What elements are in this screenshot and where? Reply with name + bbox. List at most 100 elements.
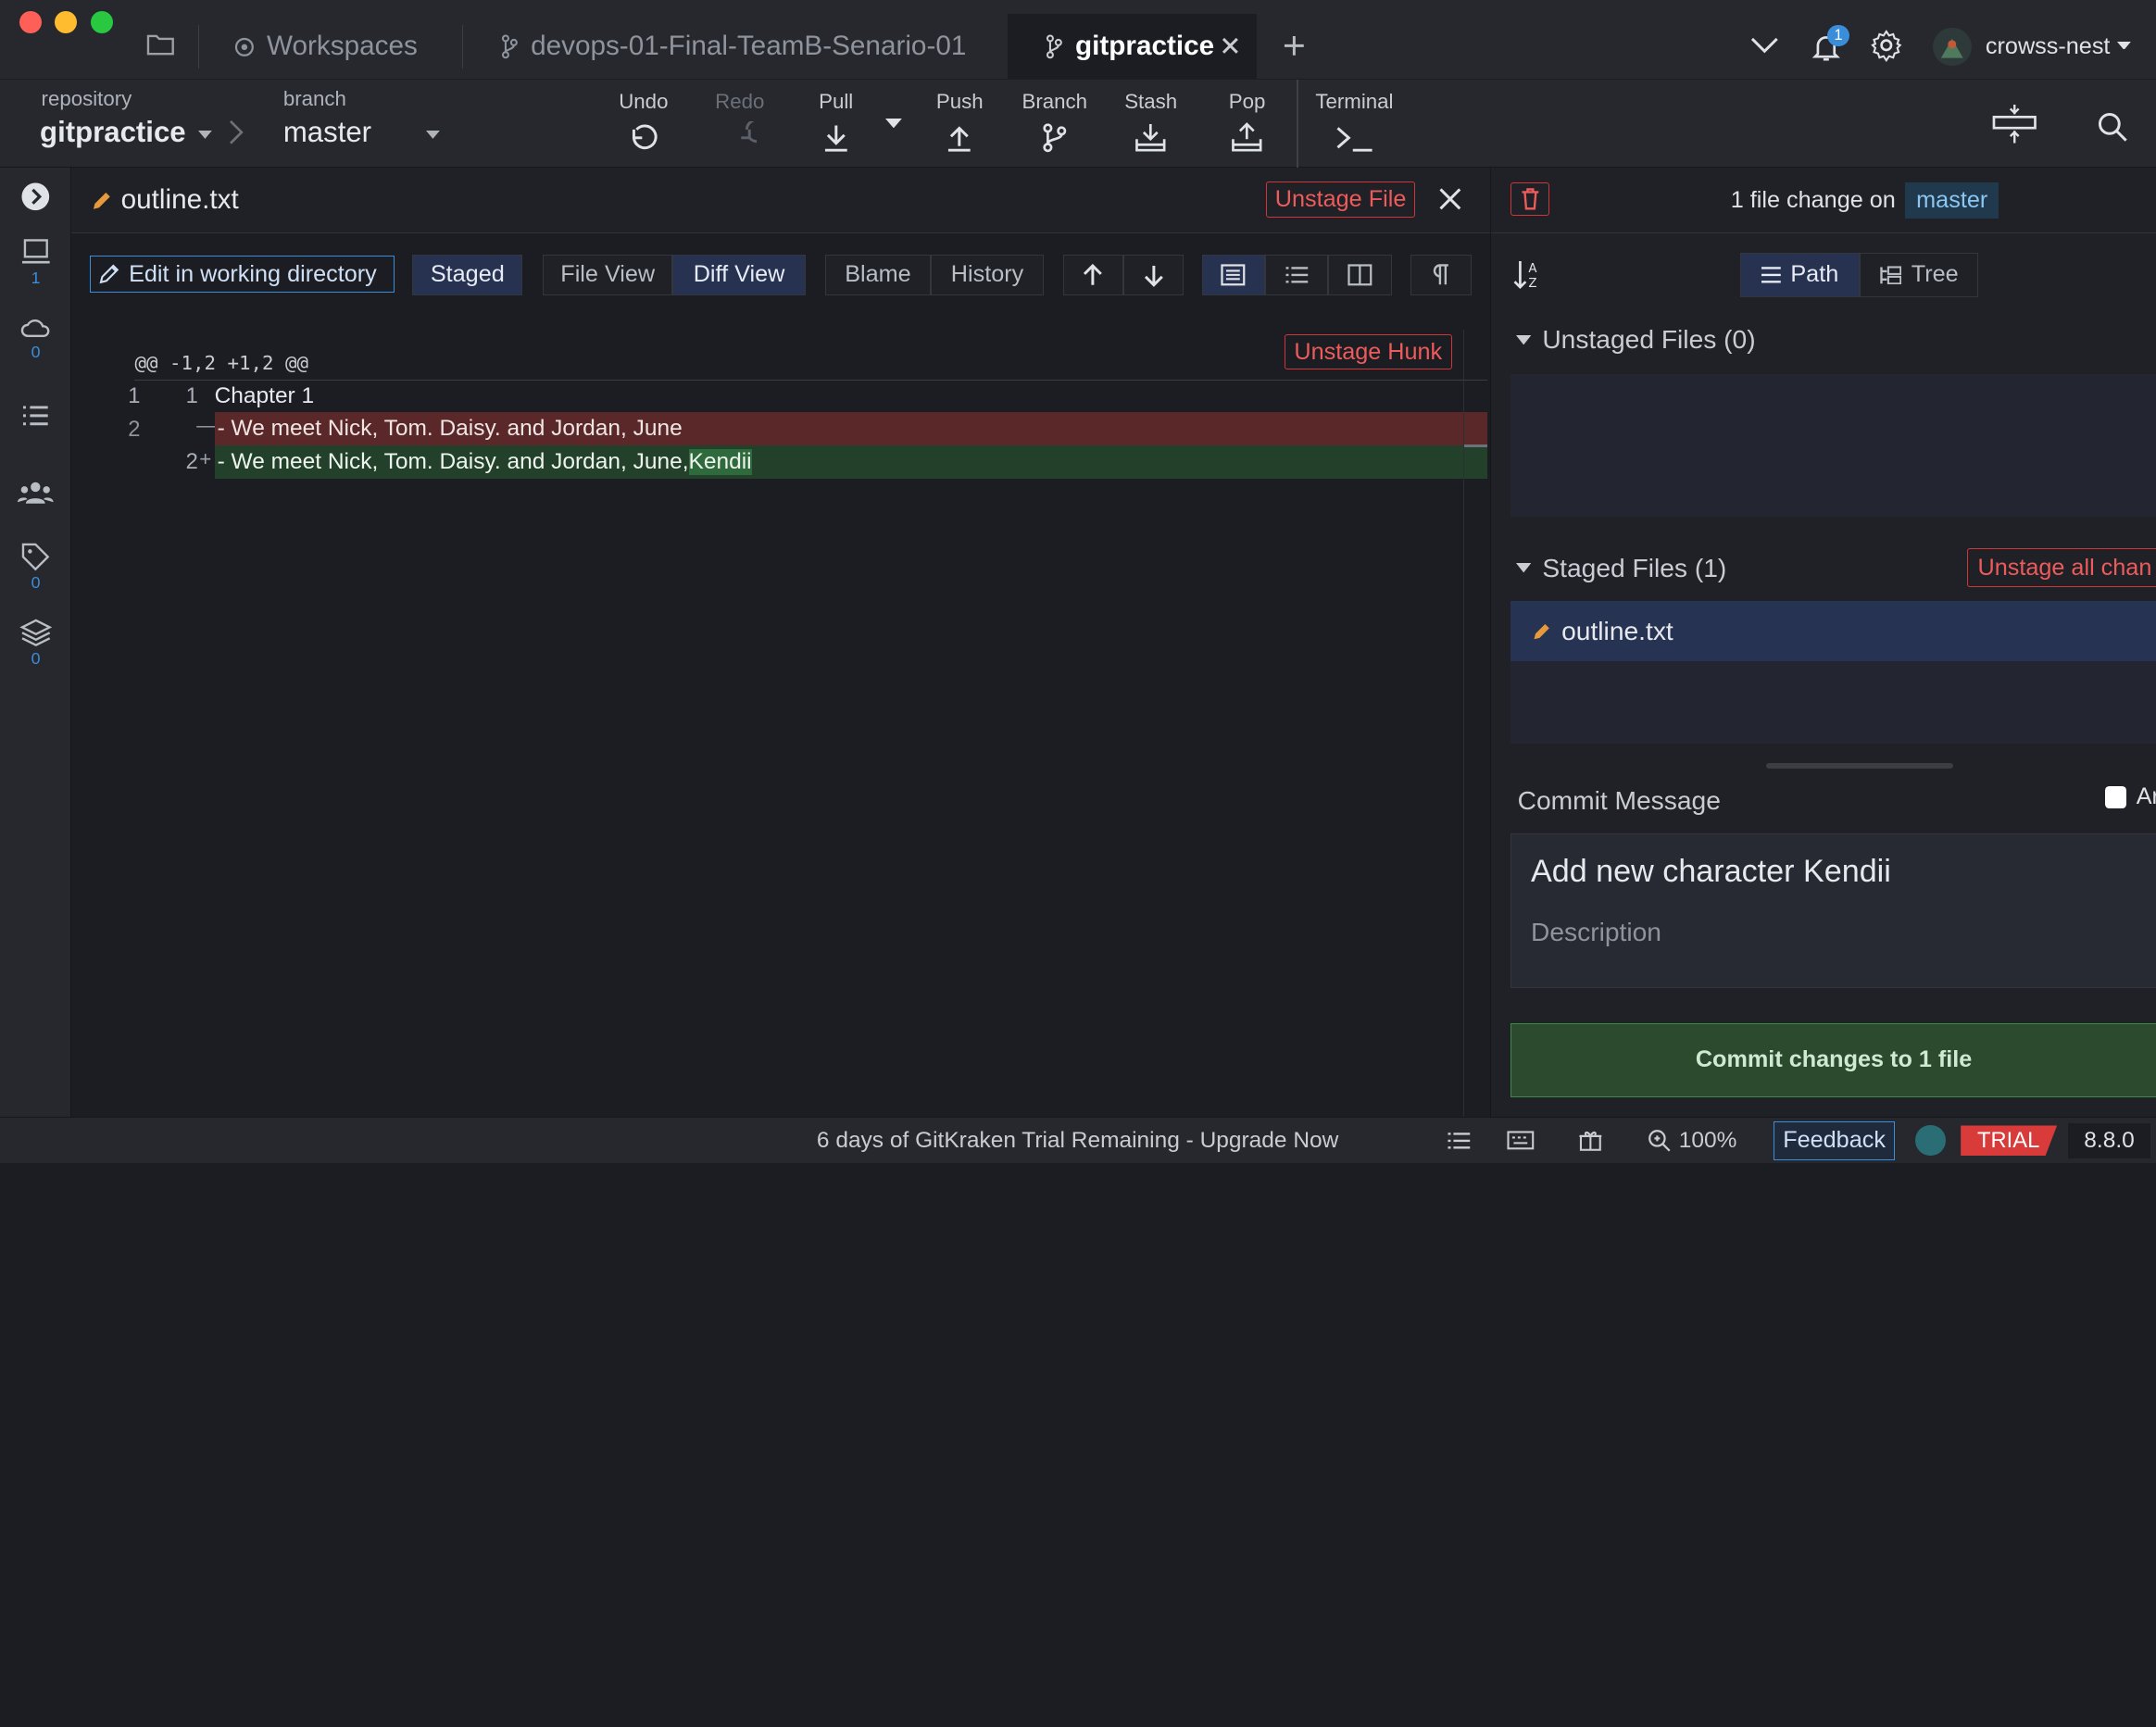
discard-all-button[interactable]	[1510, 182, 1549, 217]
layout-toggle-icon[interactable]	[1991, 102, 2037, 146]
tab-devops-repo[interactable]: devops-01-Final-TeamB-Senario-01	[500, 14, 966, 80]
staged-files-header[interactable]: Staged Files (1)	[1516, 553, 1726, 583]
search-icon[interactable]	[2096, 110, 2129, 144]
rail-expand[interactable]	[0, 181, 71, 212]
line-text: - We meet Nick, Tom. Daisy. and Jordan, …	[217, 448, 689, 474]
staged-file-name: outline.txt	[1561, 615, 1673, 645]
split-view-button[interactable]	[1328, 254, 1392, 296]
old-line-number: 1	[128, 383, 141, 409]
activity-log-icon[interactable]	[1447, 1118, 1472, 1163]
commit-button[interactable]: Commit changes to 1 file	[1510, 1022, 2156, 1097]
rail-submodules[interactable]: 0	[0, 618, 71, 669]
tab-gitpractice[interactable]: gitpractice	[1045, 14, 1214, 80]
team-icon	[18, 479, 54, 507]
keyboard-icon[interactable]	[1507, 1118, 1535, 1163]
undo-button[interactable]: Undo	[599, 88, 687, 165]
staged-toggle[interactable]: Staged	[412, 254, 523, 296]
local-count: 1	[31, 268, 41, 287]
rail-team[interactable]	[0, 479, 71, 507]
repository-selector[interactable]: gitpractice	[40, 116, 186, 149]
trial-badge[interactable]: TRIAL	[1961, 1125, 2058, 1157]
arrow-down-icon	[1143, 263, 1165, 288]
user-menu-caret-icon[interactable]	[2117, 41, 2132, 50]
push-button[interactable]: Push	[916, 88, 1004, 165]
branch-create-icon	[1038, 121, 1072, 155]
unstage-hunk-button[interactable]: Unstage Hunk	[1284, 333, 1452, 370]
close-window-button[interactable]	[19, 10, 42, 33]
branch-icon	[500, 34, 520, 59]
commit-summary-input[interactable]: Add new character Kendii	[1531, 854, 1891, 890]
trial-message-link[interactable]: 6 days of GitKraken Trial Remaining - Up…	[817, 1118, 1338, 1163]
avatar[interactable]	[1933, 27, 1973, 67]
line-text: Chapter 1	[214, 382, 315, 408]
rail-tags[interactable]: 0	[0, 542, 71, 593]
pull-options-caret-icon[interactable]	[885, 118, 902, 129]
new-tab-plus-icon[interactable]	[1282, 33, 1307, 58]
pull-button[interactable]: Pull	[792, 88, 880, 165]
path-list-icon	[1761, 267, 1781, 283]
commit-description-input[interactable]: Description	[1531, 917, 1661, 947]
unstage-file-button[interactable]: Unstage File	[1266, 181, 1415, 218]
stash-label: Stash	[1124, 90, 1178, 114]
diff-view-tab[interactable]: Diff View	[672, 254, 807, 296]
status-bar: 6 days of GitKraken Trial Remaining - Up…	[0, 1116, 2156, 1164]
user-name[interactable]: crowss-nest	[1986, 33, 2111, 60]
gitkraken-window: Workspaces devops-01-Final-TeamB-Senario…	[0, 0, 2156, 1164]
svg-text:A: A	[1528, 262, 1537, 276]
pilcrow-icon	[1432, 264, 1451, 286]
file-view-tab[interactable]: File View	[543, 254, 672, 296]
tab-label: devops-01-Final-TeamB-Senario-01	[531, 31, 967, 62]
title-bar: Workspaces devops-01-Final-TeamB-Senario…	[0, 0, 2156, 81]
gift-icon[interactable]	[1578, 1118, 1603, 1163]
panel-resize-handle[interactable]	[1766, 763, 1954, 769]
branch-caret-icon[interactable]	[426, 131, 441, 139]
zoom-control[interactable]: 100%	[1648, 1118, 1736, 1163]
previous-change-button[interactable]	[1062, 254, 1123, 296]
inline-view-button[interactable]	[1264, 254, 1329, 296]
settings-gear-icon[interactable]	[1870, 29, 1903, 62]
close-tab-icon[interactable]	[1221, 36, 1240, 56]
minimize-window-button[interactable]	[55, 10, 78, 33]
history-tab[interactable]: History	[931, 254, 1044, 296]
branch-button[interactable]: Branch	[1010, 88, 1098, 165]
stash-button[interactable]: Stash	[1107, 88, 1195, 165]
branch-selector[interactable]: master	[283, 116, 371, 149]
pop-button[interactable]: Pop	[1203, 88, 1291, 165]
file-change-summary: 1 file change on	[1730, 186, 1896, 213]
hunk-view-button[interactable]	[1201, 254, 1265, 296]
tree-view-toggle[interactable]: Tree	[1860, 253, 1978, 297]
terminal-button[interactable]: Terminal	[1310, 88, 1398, 165]
list-icon	[20, 402, 51, 430]
svg-text:Z: Z	[1528, 277, 1536, 291]
path-view-toggle[interactable]: Path	[1740, 253, 1861, 297]
rail-pull-requests[interactable]	[0, 402, 71, 430]
feedback-button[interactable]: Feedback	[1774, 1121, 1895, 1160]
show-whitespace-button[interactable]	[1410, 254, 1472, 296]
maximize-window-button[interactable]	[90, 10, 113, 33]
repository-label: repository	[41, 86, 132, 110]
layers-icon	[19, 618, 53, 648]
folder-icon[interactable]	[145, 31, 176, 58]
unstage-all-changes-button[interactable]: Unstage all chan	[1967, 548, 2156, 587]
redo-button[interactable]: Redo	[696, 88, 783, 165]
rail-remote[interactable]: 0	[0, 314, 71, 362]
path-label: Path	[1790, 261, 1839, 288]
close-diff-icon[interactable]	[1439, 188, 1461, 210]
arrow-up-icon	[1082, 263, 1104, 288]
chevron-down-icon[interactable]	[1749, 36, 1780, 56]
next-change-button[interactable]	[1122, 254, 1185, 296]
edit-in-working-directory-button[interactable]: Edit in working directory	[89, 256, 395, 294]
staged-file-row[interactable]: outline.txt	[1510, 600, 2156, 662]
commit-message-box[interactable]: Add new character Kendii Description	[1510, 832, 2156, 989]
commit-message-label: Commit Message	[1517, 784, 1721, 815]
blame-tab[interactable]: Blame	[824, 254, 932, 296]
branch-label: branch	[282, 86, 346, 110]
repository-caret-icon[interactable]	[197, 131, 212, 139]
tab-workspaces[interactable]: Workspaces	[233, 14, 418, 80]
rail-local[interactable]: 1	[0, 236, 71, 287]
unstaged-files-header[interactable]: Unstaged Files (0)	[1516, 324, 1756, 355]
added-marker: +	[199, 446, 212, 470]
sort-az-icon[interactable]: AZ	[1513, 258, 1544, 292]
amend-checkbox[interactable]	[2104, 786, 2127, 808]
new-line-number: 2	[185, 449, 198, 475]
